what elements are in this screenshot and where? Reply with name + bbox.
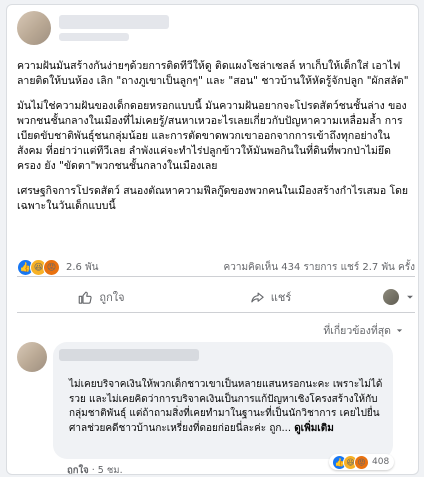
comment-like-button[interactable]: ถูกใจ bbox=[67, 465, 89, 474]
like-button[interactable]: ถูกใจ bbox=[17, 288, 186, 306]
poster-name-blurred[interactable] bbox=[59, 15, 169, 29]
reaction-summary[interactable]: 👍 😆 😡 2.6 พัน bbox=[17, 259, 99, 276]
comment-reaction-summary[interactable]: 👍 😆 😡 408 bbox=[329, 454, 395, 470]
angry-icon: 😡 bbox=[354, 454, 369, 470]
post-paragraph: มันไม่ใช่ความฝันของเด็กดอยหรอกแบบนี้ มัน… bbox=[17, 100, 407, 172]
post-paragraph: ความฝันมันสร้างกันง่ายๆด้วยการติดทีวีให้… bbox=[17, 60, 409, 87]
commenter-name-blurred[interactable] bbox=[59, 349, 199, 361]
post-stats: 👍 😆 😡 2.6 พัน ความคิดเห็น 434 รายการ แชร… bbox=[17, 259, 415, 276]
share-label: แชร์ bbox=[270, 291, 292, 304]
commenter-avatar[interactable] bbox=[17, 342, 47, 372]
react-as-selector[interactable] bbox=[355, 289, 415, 305]
reaction-count: 2.6 พัน bbox=[66, 262, 99, 273]
comment-meta: ถูกใจ · 5 ชม. bbox=[67, 463, 123, 474]
comment-text: ไม่เคยบริจาคเงินให้พวกเด็กชาวเขาเป็นหลาย… bbox=[69, 378, 385, 436]
profile-avatar bbox=[383, 289, 399, 305]
post-card: ความฝันมันสร้างกันง่ายๆด้วยการติดทีวีให้… bbox=[6, 4, 419, 475]
post-actions: ถูกใจ แชร์ bbox=[17, 284, 415, 310]
post-timestamp-blurred bbox=[59, 33, 129, 41]
chevron-down-icon bbox=[407, 295, 413, 299]
comment-reaction-count: 408 bbox=[372, 457, 390, 467]
divider bbox=[17, 312, 415, 313]
comment-sort-dropdown[interactable]: ที่เกี่ยวข้องที่สุด bbox=[323, 322, 404, 339]
angry-icon: 😡 bbox=[43, 259, 60, 276]
comment-body: ไม่เคยบริจาคเงินให้พวกเด็กชาวเขาเป็นหลาย… bbox=[69, 379, 383, 434]
comment-time[interactable]: 5 ชม. bbox=[98, 465, 123, 474]
like-icon bbox=[79, 291, 93, 304]
sort-label: ที่เกี่ยวข้องที่สุด bbox=[323, 325, 391, 337]
post-body: ความฝันมันสร้างกันง่ายๆด้วยการติดทีวีให้… bbox=[17, 59, 413, 224]
post-paragraph: เศรษฐกิจการโปรดสัตว์ สนองตัณหาความฟีลกู๊… bbox=[17, 185, 409, 212]
share-icon bbox=[251, 292, 264, 302]
comments-shares-count[interactable]: ความคิดเห็น 434 รายการ แชร์ 2.7 พัน ครั้… bbox=[224, 260, 415, 275]
poster-avatar[interactable] bbox=[17, 11, 51, 45]
like-label: ถูกใจ bbox=[99, 291, 125, 304]
chevron-down-icon bbox=[396, 329, 403, 332]
see-more-link[interactable]: ดูเพิ่มเติม bbox=[294, 423, 334, 434]
share-button[interactable]: แชร์ bbox=[186, 288, 355, 306]
divider bbox=[17, 276, 415, 277]
